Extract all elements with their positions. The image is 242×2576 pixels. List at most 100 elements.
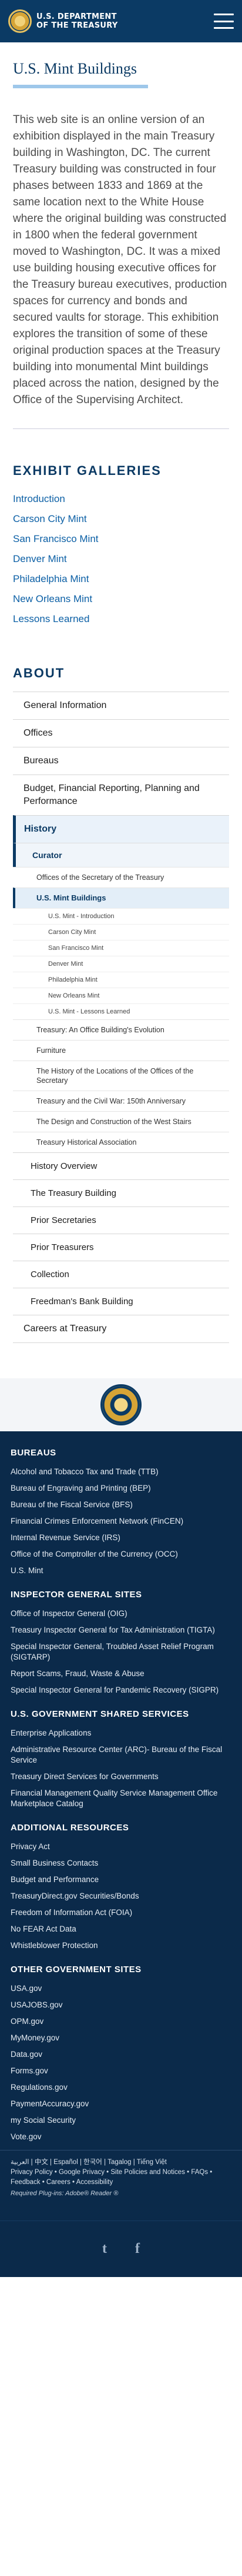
gallery-link[interactable]: Introduction: [13, 489, 229, 509]
footer-link[interactable]: Financial Management Quality Service Man…: [11, 1785, 231, 1812]
language-links[interactable]: العربية | 中文 | Español | 한국어 | Tagalog |…: [11, 2158, 231, 2168]
footer-link[interactable]: Administrative Resource Center (ARC)- Bu…: [11, 1741, 231, 1769]
footer-link[interactable]: Office of the Comptroller of the Currenc…: [11, 1546, 231, 1563]
footer-heading: OTHER GOVERNMENT SITES: [11, 1965, 142, 1975]
nav-curator-item[interactable]: The Design and Construction of the West …: [13, 1111, 229, 1132]
footer-link[interactable]: Data.gov: [11, 2046, 231, 2063]
footer-link[interactable]: my Social Security: [11, 2112, 231, 2129]
footer-link[interactable]: Special Inspector General for Pandemic R…: [11, 1682, 231, 1699]
nav-budget[interactable]: Budget, Financial Reporting, Planning an…: [13, 775, 229, 815]
logo-line-1: U.S. DEPARTMENT: [36, 12, 117, 21]
footer-link[interactable]: Regulations.gov: [11, 2079, 231, 2096]
twitter-icon[interactable]: t: [97, 2241, 112, 2257]
history-subnav: Curator Offices of the Secretary of the …: [13, 843, 229, 1152]
nav-offices[interactable]: Offices: [13, 719, 229, 747]
about-heading: ABOUT: [13, 666, 65, 680]
facebook-icon[interactable]: f: [130, 2241, 145, 2257]
footer-link[interactable]: Treasury Direct Services for Governments: [11, 1769, 231, 1785]
nav-history-item[interactable]: Collection: [13, 1261, 229, 1288]
nav-general-information[interactable]: General Information: [13, 692, 229, 719]
nav-offices-secretary[interactable]: Offices of the Secretary of the Treasury: [13, 867, 229, 888]
nav-history-item[interactable]: Prior Treasurers: [13, 1234, 229, 1261]
footer-link[interactable]: Special Inspector General, Troubled Asse…: [11, 1638, 231, 1666]
policy-links[interactable]: Privacy Policy • Google Privacy • Site P…: [11, 2168, 231, 2188]
nav-history-item[interactable]: History Overview: [13, 1152, 229, 1179]
gallery-list: Introduction Carson City Mint San Franci…: [0, 489, 242, 629]
footer-link[interactable]: Enterprise Applications: [11, 1725, 231, 1741]
about-nav: General Information Offices Bureaus Budg…: [13, 692, 229, 1343]
logo-text: U.S. DEPARTMENT OF THE TREASURY: [36, 12, 118, 30]
footer: BUREAUS Alcohol and Tobacco Tax and Trad…: [0, 1431, 242, 2150]
exhibit-galleries-heading: EXHIBIT GALLERIES: [13, 463, 162, 478]
gallery-link[interactable]: Lessons Learned: [13, 609, 229, 629]
treasury-seal-icon: [8, 9, 32, 33]
nav-history-item[interactable]: Prior Secretaries: [13, 1206, 229, 1234]
treasury-logo[interactable]: U.S. DEPARTMENT OF THE TREASURY: [8, 9, 118, 33]
footer-link[interactable]: Budget and Performance: [11, 1872, 231, 1888]
nav-curator-item[interactable]: Treasury and the Civil War: 150th Annive…: [13, 1091, 229, 1111]
footer-link[interactable]: Internal Revenue Service (IRS): [11, 1530, 231, 1546]
footer-link[interactable]: Forms.gov: [11, 2063, 231, 2079]
footer-link[interactable]: Bureau of the Fiscal Service (BFS): [11, 1497, 231, 1513]
gallery-link[interactable]: New Orleans Mint: [13, 589, 229, 609]
logo-line-2: OF THE TREASURY: [36, 21, 118, 30]
gallery-link[interactable]: Philadelphia Mint: [13, 569, 229, 589]
footer-heading: BUREAUS: [11, 1448, 56, 1458]
required-plugins[interactable]: Required Plug-ins: Adobe® Reader ®: [11, 2190, 231, 2197]
footer-shared-list: Enterprise Applications Administrative R…: [11, 1725, 231, 1812]
treasury-seal-icon: [100, 1384, 142, 1425]
nav-mint-child[interactable]: U.S. Mint - Introduction: [13, 908, 229, 924]
nav-mint-child[interactable]: Philadelphia Mint: [13, 972, 229, 988]
footer-link[interactable]: Treasury Inspector General for Tax Admin…: [11, 1622, 231, 1638]
nav-mint-child[interactable]: Carson City Mint: [13, 924, 229, 940]
footer-link[interactable]: TreasuryDirect.gov Securities/Bonds: [11, 1888, 231, 1904]
intro-paragraph: This web site is an online version of an…: [13, 114, 227, 406]
footer-link[interactable]: Financial Crimes Enforcement Network (Fi…: [11, 1513, 231, 1530]
footer-ig-list: Office of Inspector General (OIG) Treasu…: [11, 1606, 231, 1699]
footer-link[interactable]: Bureau of Engraving and Printing (BEP): [11, 1480, 231, 1497]
footer-link[interactable]: Office of Inspector General (OIG): [11, 1606, 231, 1622]
nav-curator-item[interactable]: The History of the Locations of the Offi…: [13, 1061, 229, 1091]
footer-link[interactable]: No FEAR Act Data: [11, 1921, 231, 1937]
footer-link[interactable]: Small Business Contacts: [11, 1855, 231, 1872]
footer-link[interactable]: Vote.gov: [11, 2129, 231, 2145]
gallery-link[interactable]: Denver Mint: [13, 549, 229, 569]
gallery-link[interactable]: Carson City Mint: [13, 509, 229, 529]
nav-mint-child[interactable]: U.S. Mint - Lessons Learned: [13, 1003, 229, 1019]
nav-mint-child[interactable]: New Orleans Mint: [13, 988, 229, 1003]
footer-link[interactable]: Freedom of Information Act (FOIA): [11, 1904, 231, 1921]
footer-link[interactable]: Privacy Act: [11, 1839, 231, 1855]
site-header: U.S. DEPARTMENT OF THE TREASURY: [0, 0, 242, 42]
nav-careers[interactable]: Careers at Treasury: [13, 1315, 229, 1343]
nav-history[interactable]: History: [13, 815, 229, 843]
footer-link[interactable]: MyMoney.gov: [11, 2030, 231, 2046]
footer-other-list: USA.gov USAJOBS.gov OPM.gov MyMoney.gov …: [11, 1980, 231, 2145]
nav-mint-child[interactable]: San Francisco Mint: [13, 940, 229, 956]
nav-mint-buildings[interactable]: U.S. Mint Buildings: [13, 888, 229, 908]
gallery-link[interactable]: San Francisco Mint: [13, 529, 229, 549]
nav-curator[interactable]: Curator: [13, 843, 229, 867]
footer-heading: U.S. GOVERNMENT SHARED SERVICES: [11, 1709, 189, 1719]
footer-link[interactable]: USAJOBS.gov: [11, 1997, 231, 2013]
nav-curator-item[interactable]: Treasury: An Office Building's Evolution: [13, 1019, 229, 1040]
footer-link[interactable]: Alcohol and Tobacco Tax and Trade (TTB): [11, 1464, 231, 1480]
footer-link[interactable]: U.S. Mint: [11, 1563, 231, 1579]
footer-link[interactable]: USA.gov: [11, 1980, 231, 1997]
nav-curator-item[interactable]: Treasury Historical Association: [13, 1132, 229, 1152]
footer-link[interactable]: OPM.gov: [11, 2013, 231, 2030]
footer-link[interactable]: Whistleblower Protection: [11, 1937, 231, 1954]
footer-additional-list: Privacy Act Small Business Contacts Budg…: [11, 1839, 231, 1954]
page-title: U.S. Mint Buildings: [13, 60, 137, 77]
nav-bureaus[interactable]: Bureaus: [13, 747, 229, 775]
social-bar: t f: [0, 2221, 242, 2277]
nav-curator-item[interactable]: Furniture: [13, 1040, 229, 1061]
nav-mint-child[interactable]: Denver Mint: [13, 956, 229, 972]
footer-link[interactable]: Report Scams, Fraud, Waste & Abuse: [11, 1666, 231, 1682]
nav-history-item[interactable]: The Treasury Building: [13, 1179, 229, 1206]
footer-heading: INSPECTOR GENERAL SITES: [11, 1590, 142, 1600]
footer-heading: ADDITIONAL RESOURCES: [11, 1823, 129, 1833]
footer-link[interactable]: PaymentAccuracy.gov: [11, 2096, 231, 2112]
nav-history-item[interactable]: Freedman's Bank Building: [13, 1288, 229, 1315]
footer-bureaus-list: Alcohol and Tobacco Tax and Trade (TTB) …: [11, 1464, 231, 1579]
hamburger-menu-icon[interactable]: [214, 14, 234, 29]
